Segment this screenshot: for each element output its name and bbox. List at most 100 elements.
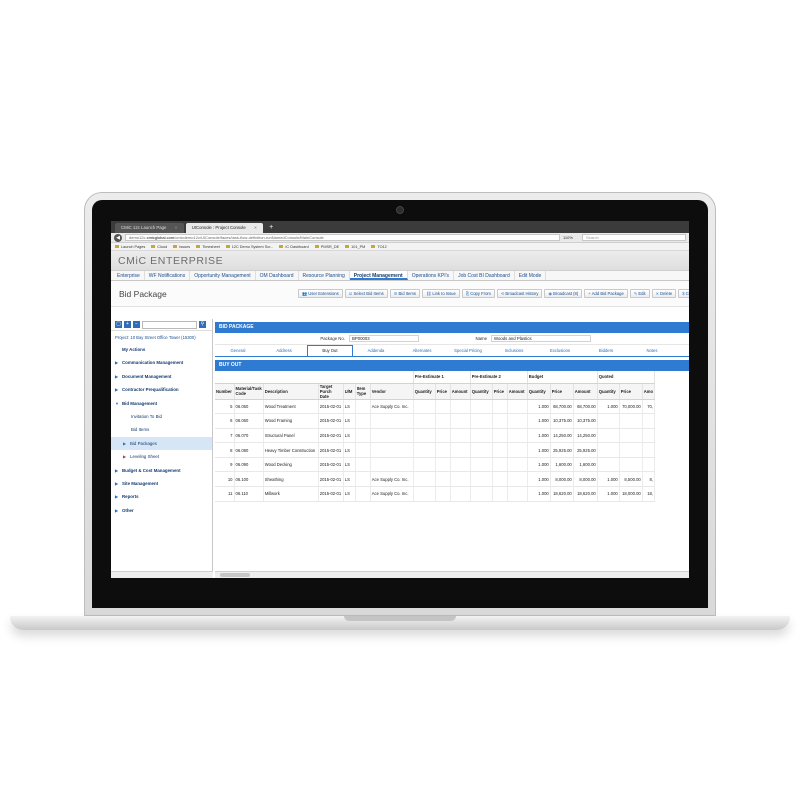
search-icon[interactable]: ⚲ [199, 321, 206, 328]
column-header[interactable]: Material/Task Code [234, 383, 264, 400]
table-row[interactable]: 7 06.070 Structural Panel 2015-02-01 LS 1.000… [215, 428, 656, 444]
menu-item-enterprise[interactable]: Enterprise [113, 271, 145, 280]
column-header[interactable]: U/M [343, 383, 356, 400]
tab-inclusions[interactable]: Inclusions [491, 346, 537, 356]
bookmark-item[interactable]: PMSR_DE [315, 245, 339, 249]
menu-item-resource-planning[interactable]: Resource Planning [299, 271, 350, 280]
menu-item-project-management[interactable]: Project Management [349, 271, 408, 280]
chevron-right-icon[interactable]: ▶ [115, 356, 122, 369]
sidebar-item-document-management[interactable]: ▶ Document Management [111, 370, 212, 383]
sidebar-item-my-actions[interactable]: My Actions [111, 343, 212, 356]
column-header[interactable]: Target Purch Date [318, 383, 344, 400]
tab-special-pricing[interactable]: Special Pricing [445, 346, 491, 356]
chevron-right-icon[interactable]: ▶ [115, 504, 122, 517]
column-header[interactable]: Description [263, 383, 319, 400]
new-tab-button[interactable]: + [265, 223, 277, 233]
chevron-right-icon[interactable]: ▶ [115, 490, 122, 503]
tab-bidders[interactable]: Bidders [583, 346, 629, 356]
column-header[interactable]: Item Type [355, 383, 371, 400]
chevron-down-icon[interactable]: ▼ [115, 397, 122, 410]
tab-addenda[interactable]: Addenda [353, 346, 399, 356]
zoom-level[interactable]: 110% [563, 235, 579, 240]
collapse-icon[interactable]: ▢ [115, 321, 122, 328]
column-header[interactable]: Price [619, 383, 643, 400]
column-header[interactable]: Amo [642, 383, 656, 400]
column-header[interactable]: Price [435, 383, 451, 400]
broadcast-history-button[interactable]: ⟲Broadcast History [496, 289, 543, 298]
chevron-right-icon[interactable]: ▶ [115, 383, 122, 396]
bookmark-item[interactable]: 101_PM [345, 245, 365, 249]
bookmark-item[interactable]: Cloud [151, 245, 167, 249]
package-no-field[interactable]: BP00003 [349, 335, 419, 342]
sidebar-item-communication-management[interactable]: ▶ Communication Management [111, 356, 212, 369]
sidebar-item-invitation-to-bid[interactable]: Invitation To Bid [111, 410, 212, 423]
close-icon[interactable]: ✕ [254, 223, 257, 233]
sidebar-item-contractor-prequalification[interactable]: ▶ Contractor Prequalification [111, 383, 212, 396]
name-field[interactable]: Woods and Plastics [491, 335, 591, 342]
chevron-right-icon[interactable]: ▶ [123, 437, 130, 450]
add-bid-package-button[interactable]: +Add Bid Package [584, 289, 628, 298]
copy-from-button[interactable]: ⎘Copy From [461, 289, 495, 298]
sidebar-scrollbar[interactable] [111, 571, 213, 578]
tab-alternates[interactable]: Alternates [399, 346, 445, 356]
table-row[interactable]: 6 06.060 Wood Framing 2015-02-01 LS 1.000 10,3… [215, 413, 656, 429]
bookmark-item[interactable]: Issues [173, 245, 190, 249]
browser-search-input[interactable]: Search [582, 234, 686, 241]
table-row[interactable]: 11 06.110 Millwork 2015-02-01 LS Ace Supply C… [215, 486, 656, 502]
project-label[interactable]: Project: 10 Bay Street Office Tower (153… [111, 331, 212, 343]
cl-button[interactable]: $Cl [678, 289, 689, 298]
bookmark-item[interactable]: TO12 [371, 245, 386, 249]
column-header[interactable]: Amount [450, 383, 471, 400]
bookmark-item[interactable]: 12C Demo System Scr... [226, 245, 274, 249]
sidebar-item-other[interactable]: ▶ Other [111, 504, 212, 517]
table-row[interactable]: 8 06.080 Heavy Timber Construction 2015-02-… [215, 442, 656, 458]
tab-buy-out[interactable]: Buy Out [307, 345, 353, 356]
table-row[interactable]: 9 06.090 Wood Decking 2015-02-01 LS 1.000 1,60… [215, 457, 656, 473]
table-row[interactable]: 10 06.100 Sheathing 2015-02-01 LS Ace Supply … [215, 471, 656, 488]
menu-item-operations-kpi-s[interactable]: Operations KPI's [408, 271, 455, 280]
menu-item-opportunity-management[interactable]: Opportunity Management [190, 271, 256, 280]
edit-button[interactable]: ✎Edit [629, 289, 650, 298]
sidebar-item-budget-cost-management[interactable]: ▶ Budget & Cost Management [111, 464, 212, 477]
bid-items-button[interactable]: ☰Bid Items [389, 289, 420, 298]
horizontal-scrollbar[interactable] [215, 571, 689, 578]
chevron-right-icon[interactable]: ▶ [115, 477, 122, 490]
bookmark-item[interactable]: IC Dashboard [279, 245, 308, 249]
menu-item-wf-notifications[interactable]: WF Notifications [145, 271, 191, 280]
tab-address[interactable]: Address [261, 346, 307, 356]
chevron-right-icon[interactable]: ▶ [115, 464, 122, 477]
user-extensions-button[interactable]: 👥User Extensions [298, 289, 343, 298]
sidebar-item-site-management[interactable]: ▶ Site Management [111, 477, 212, 490]
browser-tab[interactable]: CMiC 12c Launch Page ✕ [115, 223, 184, 233]
sidebar-item-leveling-sheet[interactable]: ▶ Leveling Sheet [111, 450, 212, 463]
column-header[interactable]: Price [550, 383, 574, 400]
sidebar-item-bid-items[interactable]: Bid Items [111, 423, 212, 436]
table-row[interactable]: 5 06.050 Wood Treatment 2015-02-01 LS Ace Sup… [215, 399, 656, 415]
column-header[interactable]: Quantity [413, 383, 436, 400]
sidebar-item-bid-management[interactable]: ▼ Bid Management [111, 397, 212, 410]
chevron-right-icon[interactable]: ▶ [123, 450, 130, 463]
menu-item-job-cost-bi-dashboard[interactable]: Job Cost BI Dashboard [454, 271, 515, 280]
menu-item-edit-mode[interactable]: Edit Mode [515, 271, 547, 280]
sidebar-item-bid-packages[interactable]: ▶ Bid Packages [111, 436, 212, 451]
browser-tab-active[interactable]: UIConsole : Project Console ✕ [185, 223, 264, 233]
column-header[interactable]: Quantity [470, 383, 493, 400]
bookmark-item[interactable]: Launch Pages [115, 245, 145, 249]
delete-button[interactable]: ✕Delete [651, 289, 677, 298]
column-header[interactable]: Number [215, 383, 235, 400]
column-header[interactable]: Quantity [597, 383, 620, 400]
column-header[interactable]: Amount [573, 383, 598, 400]
tab-general[interactable]: General [215, 346, 261, 356]
plus-icon[interactable]: + [124, 321, 131, 328]
column-header[interactable]: Vendor [370, 383, 414, 400]
tab-exclusions[interactable]: Exclusions [537, 346, 583, 356]
column-header[interactable]: Price [492, 383, 508, 400]
broadcast-8-button[interactable]: ◉Broadcast (8) [544, 289, 583, 298]
tab-notes[interactable]: Notes [629, 346, 675, 356]
back-arrow-icon[interactable]: ◀ [114, 233, 122, 242]
column-header[interactable]: Quantity [527, 383, 551, 400]
sidebar-item-reports[interactable]: ▶ Reports [111, 490, 212, 503]
column-header[interactable]: Amount [507, 383, 528, 400]
scrollbar-thumb[interactable] [220, 573, 250, 577]
close-icon[interactable]: ✕ [174, 223, 177, 233]
